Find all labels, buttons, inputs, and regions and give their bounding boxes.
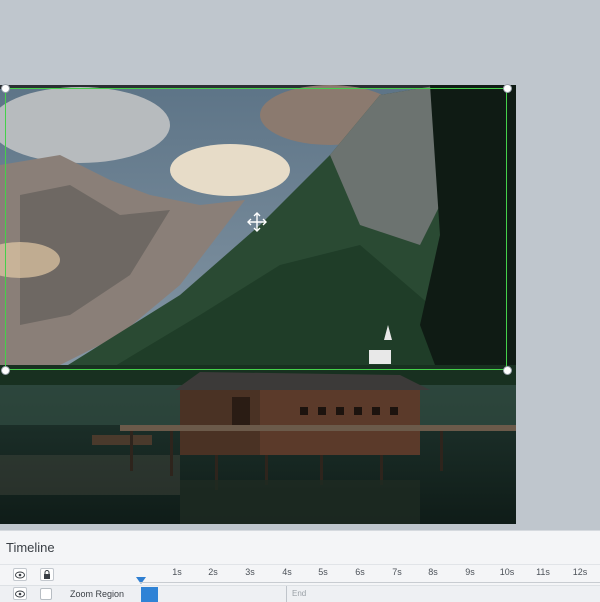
tick-label: 7s [392, 567, 402, 577]
lock-icon[interactable] [40, 568, 54, 581]
track-label: Zoom Region [70, 589, 125, 599]
tick-label: 3s [245, 567, 255, 577]
tick-label: 10s [499, 567, 515, 577]
tick-label: 11s [536, 567, 550, 577]
timeline-title: Timeline [6, 540, 55, 555]
resize-handle-top-right[interactable] [503, 84, 512, 93]
move-cursor-icon [247, 212, 267, 232]
eye-icon[interactable] [13, 568, 27, 581]
tick-label: 9s [465, 567, 475, 577]
resize-handle-bottom-left[interactable] [1, 366, 10, 375]
tick-label: 12s [572, 567, 588, 577]
resize-handle-bottom-right[interactable] [503, 366, 512, 375]
canvas-area [0, 0, 600, 530]
timeline-ruler[interactable]: 1s 2s 3s 4s 5s 6s 7s 8s 9s 10s 11s 12s [0, 564, 600, 585]
tick-label: 2s [208, 567, 218, 577]
timeline-panel: Timeline 1s 2s 3s 4s 5s 6s 7s 8s 9s 10s … [0, 530, 600, 602]
tick-label: 4s [282, 567, 292, 577]
track-end-label: End [292, 589, 307, 598]
eye-icon[interactable] [13, 587, 27, 600]
tick-label: 1s [172, 567, 182, 577]
tick-label: 8s [428, 567, 438, 577]
tick-label: 5s [318, 567, 328, 577]
track-row-zoom-region[interactable]: Zoom Region End [0, 585, 600, 602]
ruler-baseline [140, 582, 600, 583]
tick-label: 6s [355, 567, 365, 577]
track-checkbox[interactable] [40, 588, 52, 600]
resize-handle-top-left[interactable] [1, 84, 10, 93]
